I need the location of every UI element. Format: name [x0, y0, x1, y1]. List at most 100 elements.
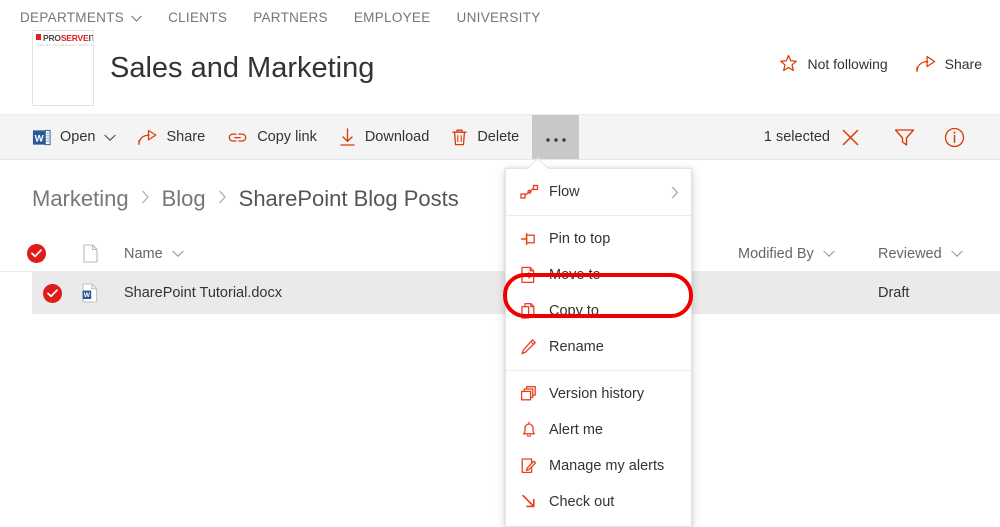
- site-header: PROSERVEIT MAKING TECHNOLOGY WORK FOR YO…: [0, 26, 1000, 114]
- breadcrumb-item-sharepoint-blog-posts[interactable]: SharePoint Blog Posts: [239, 186, 459, 212]
- svg-text:W: W: [35, 133, 44, 144]
- menu-item-manage-my-alerts[interactable]: Manage my alerts: [506, 448, 691, 484]
- menu-item-manage-my-alerts-label: Manage my alerts: [549, 458, 665, 474]
- menu-item-copy-to-label: Copy to: [549, 303, 599, 319]
- topnav-item-clients[interactable]: CLIENTS: [168, 10, 227, 25]
- topnav-item-label: DEPARTMENTS: [20, 9, 125, 25]
- pin-icon: [520, 231, 544, 247]
- chevron-down-icon: [104, 134, 117, 141]
- menu-item-check-out-label: Check out: [549, 494, 615, 510]
- breadcrumb-item-blog[interactable]: Blog: [162, 186, 206, 212]
- page-title: Sales and Marketing: [110, 52, 375, 84]
- list-header-row: Name Modified By Reviewed: [0, 236, 1000, 272]
- site-header-actions: Not following Share: [751, 54, 982, 73]
- share-icon: [915, 55, 936, 73]
- copy-link-button[interactable]: Copy link: [216, 115, 328, 159]
- download-icon: [339, 127, 356, 147]
- menu-item-version-history[interactable]: Version history: [506, 376, 691, 412]
- breadcrumb: Marketing Blog SharePoint Blog Posts: [32, 186, 459, 212]
- version-history-icon: [520, 385, 544, 403]
- menu-item-flow-label: Flow: [549, 184, 580, 200]
- breadcrumb-separator-icon: [218, 189, 227, 209]
- share-site-label: Share: [944, 55, 982, 72]
- logo-text-pro: PRO: [43, 33, 61, 43]
- share-icon: [138, 129, 157, 146]
- check-circle-icon: [42, 283, 62, 303]
- topnav-item-partners[interactable]: PARTNERS: [253, 10, 328, 25]
- not-following-button[interactable]: Not following: [779, 54, 888, 73]
- topnav-item-label: CLIENTS: [168, 9, 228, 25]
- menu-divider: [506, 215, 691, 216]
- chevron-down-icon: [131, 10, 142, 25]
- menu-item-alert-me[interactable]: Alert me: [506, 412, 691, 448]
- download-button[interactable]: Download: [328, 115, 441, 159]
- download-button-label: Download: [364, 129, 430, 145]
- file-type-column-icon[interactable]: [72, 244, 108, 263]
- column-header-reviewed[interactable]: Reviewed: [878, 246, 1000, 262]
- trash-icon: [451, 128, 468, 147]
- logo-tagline: MAKING TECHNOLOGY WORK FOR YOU: [37, 43, 93, 47]
- chevron-down-icon: [822, 250, 835, 257]
- logo-text-it: IT: [88, 33, 94, 43]
- info-icon: [944, 127, 964, 147]
- topnav-item-departments[interactable]: DEPARTMENTS: [20, 10, 142, 25]
- logo-text-serve: SERVE: [60, 33, 89, 43]
- check-circle-icon: [26, 244, 46, 263]
- manage-alerts-icon: [520, 457, 544, 475]
- site-logo[interactable]: PROSERVEIT MAKING TECHNOLOGY WORK FOR YO…: [32, 30, 94, 106]
- chevron-down-icon: [171, 250, 184, 257]
- move-to-icon: [520, 266, 544, 284]
- logo-wordmark: PROSERVEIT: [33, 31, 93, 43]
- svg-text:W: W: [84, 292, 91, 299]
- column-header-name-label: Name: [124, 245, 163, 262]
- topnav-item-employee[interactable]: EMPLOYEE: [354, 10, 431, 25]
- share-button[interactable]: Share: [127, 115, 216, 159]
- filter-icon: [894, 128, 914, 146]
- delete-button[interactable]: Delete: [440, 115, 530, 159]
- flow-icon: [520, 184, 544, 200]
- menu-item-alert-me-label: Alert me: [549, 422, 603, 438]
- open-button[interactable]: W Open: [21, 115, 127, 159]
- clear-selection-button[interactable]: [830, 115, 870, 159]
- row-file-icon: W: [72, 283, 108, 303]
- command-bar-right-group: 1 selected: [764, 115, 1000, 159]
- menu-item-version-history-label: Version history: [549, 386, 645, 402]
- link-icon: [227, 130, 248, 145]
- selection-count-label: 1 selected: [763, 129, 830, 145]
- filter-button[interactable]: [884, 115, 924, 159]
- info-button[interactable]: [934, 115, 974, 159]
- share-button-label: Share: [166, 129, 206, 145]
- chevron-right-icon: [671, 186, 691, 199]
- document-library-list: Name Modified By Reviewed W SharePoint T…: [0, 236, 1000, 314]
- chevron-down-icon: [950, 250, 963, 257]
- command-bar: W Open Share Copy link Download Delete 1…: [0, 114, 1000, 160]
- topnav-item-university[interactable]: UNIVERSITY: [457, 10, 541, 25]
- rename-pencil-icon: [520, 338, 544, 356]
- menu-item-pin-to-top[interactable]: Pin to top: [506, 221, 691, 257]
- menu-item-check-out[interactable]: Check out: [506, 484, 691, 520]
- open-button-label: Open: [60, 129, 96, 145]
- more-commands-button[interactable]: [532, 115, 580, 159]
- column-header-modified-by-label: Modified By: [738, 245, 814, 262]
- menu-item-copy-to[interactable]: Copy to: [506, 293, 691, 329]
- star-outline-icon: [779, 54, 798, 73]
- menu-item-rename-label: Rename: [549, 339, 604, 355]
- menu-item-pin-to-top-label: Pin to top: [549, 231, 611, 247]
- select-all-checkbox[interactable]: [0, 244, 72, 263]
- share-site-button[interactable]: Share: [915, 55, 982, 73]
- topnav-item-label: PARTNERS: [253, 9, 328, 25]
- menu-divider: [506, 370, 691, 371]
- menu-item-move-to[interactable]: Move to: [506, 257, 691, 293]
- breadcrumb-item-marketing[interactable]: Marketing: [32, 186, 129, 212]
- column-header-reviewed-label: Reviewed: [878, 245, 942, 262]
- row-checkbox[interactable]: [32, 283, 72, 303]
- not-following-label: Not following: [807, 55, 888, 72]
- more-commands-menu: Flow Pin to top Move to Copy to Rename V…: [505, 157, 692, 527]
- copy-to-icon: [520, 302, 544, 320]
- word-file-icon: W: [82, 283, 98, 303]
- column-header-modified-by[interactable]: Modified By: [738, 246, 878, 262]
- menu-item-flow[interactable]: Flow: [506, 174, 691, 210]
- logo-accent-mark: [36, 34, 41, 40]
- row-reviewed-status: Draft: [878, 285, 910, 301]
- menu-item-rename[interactable]: Rename: [506, 329, 691, 365]
